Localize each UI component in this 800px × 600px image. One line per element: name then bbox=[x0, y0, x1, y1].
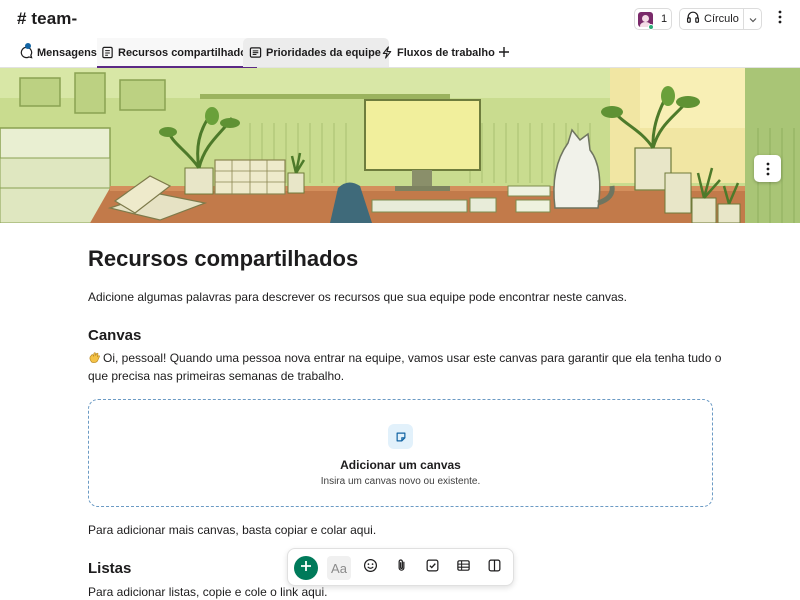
page-description: Adicione algumas palavras para descrever… bbox=[88, 290, 627, 304]
tab-team-priorities[interactable]: Prioridades da equipe bbox=[243, 38, 389, 67]
section-heading-canvas: Canvas bbox=[88, 327, 142, 344]
lightning-icon bbox=[381, 46, 393, 59]
more-vertical-icon bbox=[766, 162, 770, 176]
add-canvas-subtitle: Insira um canvas novo ou existente. bbox=[320, 476, 481, 487]
checklist-button[interactable] bbox=[420, 556, 444, 580]
huddle-start[interactable]: Círculo bbox=[680, 9, 743, 29]
columns-icon bbox=[487, 558, 502, 578]
smiley-icon bbox=[363, 558, 378, 578]
canvas-icon bbox=[101, 46, 114, 59]
huddle-button[interactable]: Círculo bbox=[679, 8, 762, 30]
tab-label: Prioridades da equipe bbox=[266, 46, 381, 59]
huddle-options-button[interactable] bbox=[743, 9, 761, 29]
member-count: 1 bbox=[661, 13, 668, 25]
section-heading-lists: Listas bbox=[88, 560, 132, 577]
headphones-icon bbox=[686, 10, 700, 29]
plus-icon bbox=[498, 43, 510, 63]
paperclip-icon bbox=[394, 558, 409, 578]
text-format-button[interactable]: Aa bbox=[327, 556, 351, 580]
page-title: Recursos compartilhados bbox=[88, 246, 359, 271]
channel-header: # team- 1 Círculo bbox=[0, 0, 800, 40]
tab-messages[interactable]: Mensagens bbox=[16, 38, 101, 67]
lists-hint: Para adicionar listas, copie e cole o li… bbox=[88, 585, 328, 599]
table-icon bbox=[456, 558, 471, 578]
canvas-paragraph-text: Oi, pessoal! Quando uma pessoa nova entr… bbox=[88, 351, 722, 383]
channel-more-button[interactable] bbox=[770, 8, 790, 30]
tab-shared-resources[interactable]: Recursos compartilhados bbox=[97, 38, 258, 68]
table-button[interactable] bbox=[451, 556, 475, 580]
plus-icon bbox=[300, 559, 312, 577]
unread-indicator bbox=[25, 43, 31, 49]
tab-label: Fluxos de trabalho bbox=[397, 46, 495, 59]
add-canvas-title: Adicionar um canvas bbox=[340, 458, 461, 472]
tab-label: Recursos compartilhados bbox=[118, 46, 254, 59]
more-vertical-icon bbox=[778, 10, 782, 29]
add-tab-button[interactable] bbox=[494, 38, 514, 67]
list-canvas-icon bbox=[249, 46, 262, 59]
emoji-button[interactable] bbox=[358, 556, 382, 580]
members-button[interactable]: 1 bbox=[634, 8, 672, 30]
tab-label: Mensagens bbox=[37, 46, 97, 59]
waving-hand-icon bbox=[88, 351, 101, 364]
chevron-down-icon bbox=[749, 10, 757, 28]
checkbox-icon bbox=[425, 558, 440, 578]
canvas-sticky-icon bbox=[388, 424, 413, 449]
attach-button[interactable] bbox=[389, 556, 413, 580]
more-canvas-hint: Para adicionar mais canvas, basta copiar… bbox=[88, 523, 377, 537]
columns-button[interactable] bbox=[482, 556, 506, 580]
canvas-header-image bbox=[0, 68, 800, 223]
canvas-paragraph: Oi, pessoal! Quando uma pessoa nova entr… bbox=[88, 349, 728, 385]
presence-dot bbox=[648, 24, 654, 30]
insert-button[interactable] bbox=[294, 556, 318, 580]
add-canvas-dropzone[interactable]: Adicionar um canvas Insira um canvas nov… bbox=[88, 399, 713, 507]
tab-workflows[interactable]: Fluxos de trabalho bbox=[377, 38, 499, 67]
office-illustration bbox=[0, 68, 800, 223]
canvas-insert-toolbar: Aa bbox=[287, 548, 514, 586]
channel-name[interactable]: # team- bbox=[17, 9, 77, 29]
huddle-label: Círculo bbox=[704, 13, 739, 25]
channel-tabs: Mensagens Recursos compartilhados Priori… bbox=[0, 38, 800, 68]
header-image-menu-button[interactable] bbox=[754, 155, 781, 182]
